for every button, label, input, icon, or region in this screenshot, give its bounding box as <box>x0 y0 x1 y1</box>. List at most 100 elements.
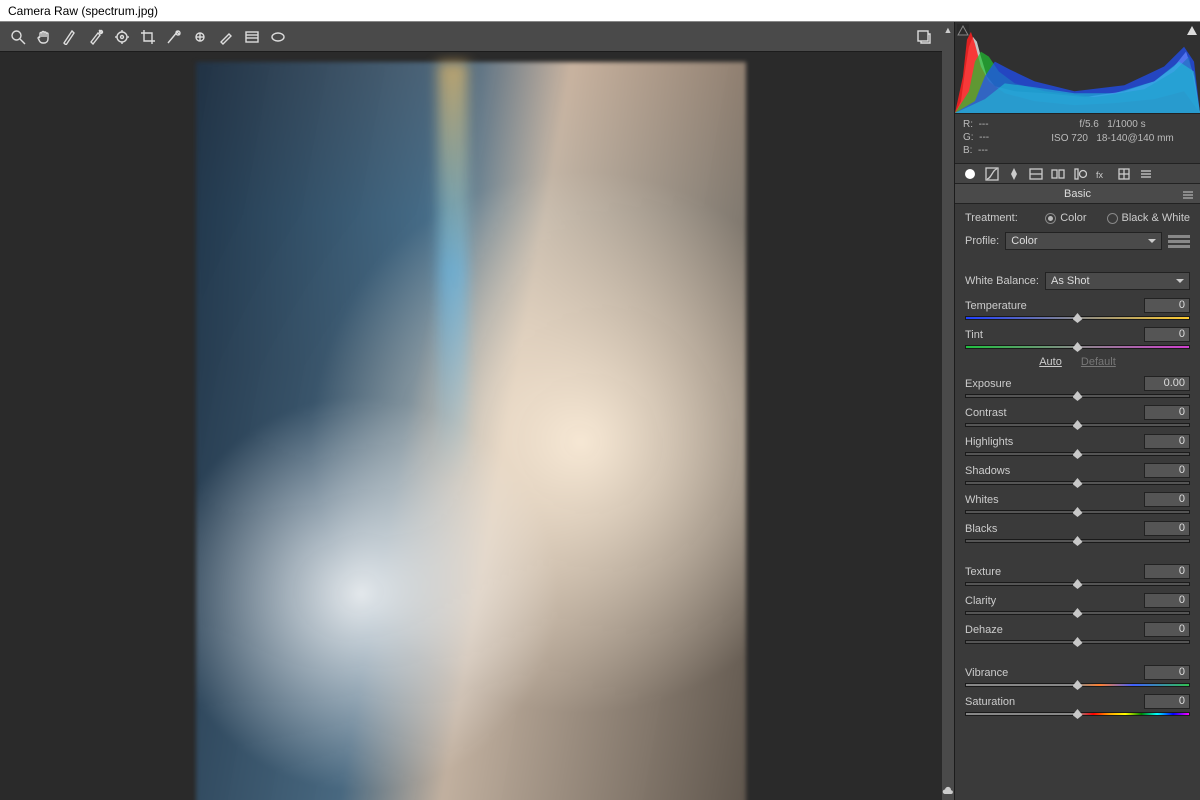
texture-label: Texture <box>965 566 1001 578</box>
scroll-up-icon[interactable]: ▲ <box>944 26 953 35</box>
color-sampler-tool-icon[interactable] <box>84 25 108 49</box>
whites-slider: Whites0 <box>965 492 1190 515</box>
section-header: Basic <box>955 184 1200 204</box>
temperature-slider: Temperature 0 <box>965 298 1190 321</box>
temperature-track[interactable] <box>965 315 1190 321</box>
highlights-value[interactable]: 0 <box>1144 434 1190 449</box>
snapshot-button-icon[interactable] <box>912 25 936 49</box>
tab-lens-icon[interactable] <box>1071 166 1089 182</box>
treatment-color-radio[interactable]: Color <box>1045 212 1086 224</box>
white-balance-label: White Balance: <box>965 275 1039 287</box>
vibrance-slider: Vibrance 0 <box>965 665 1190 688</box>
tint-slider: Tint 0 <box>965 327 1190 350</box>
crop-tool-icon[interactable] <box>136 25 160 49</box>
red-eye-tool-icon[interactable] <box>188 25 212 49</box>
spot-heal-tool-icon[interactable] <box>162 25 186 49</box>
whites-value[interactable]: 0 <box>1144 492 1190 507</box>
left-column <box>0 22 942 800</box>
tab-split-icon[interactable] <box>1049 166 1067 182</box>
shadows-track[interactable] <box>965 480 1190 486</box>
app-content: ▲ R: --- G: --- B: --- <box>0 22 1200 800</box>
exposure-label: Exposure <box>965 378 1011 390</box>
dehaze-value[interactable]: 0 <box>1144 622 1190 637</box>
clarity-label: Clarity <box>965 595 996 607</box>
profile-browser-button[interactable] <box>1168 232 1190 250</box>
default-link[interactable]: Default <box>1081 356 1116 368</box>
contrast-label: Contrast <box>965 407 1007 419</box>
temperature-value[interactable]: 0 <box>1144 298 1190 313</box>
cloud-sync-icon[interactable] <box>942 786 954 796</box>
section-title: Basic <box>1064 188 1091 200</box>
panel-menu-icon[interactable] <box>1182 188 1194 200</box>
radial-filter-tool-icon[interactable] <box>266 25 290 49</box>
dehaze-label: Dehaze <box>965 624 1003 636</box>
clarity-slider: Clarity 0 <box>965 593 1190 616</box>
vibrance-label: Vibrance <box>965 667 1008 679</box>
graduated-filter-tool-icon[interactable] <box>240 25 264 49</box>
exif-readout: f/5.6 1/1000 s ISO 720 18-140@140 mm <box>1033 118 1192 157</box>
white-balance-select[interactable]: As Shot <box>1045 272 1190 290</box>
shadows-value[interactable]: 0 <box>1144 463 1190 478</box>
blacks-track[interactable] <box>965 538 1190 544</box>
blacks-value[interactable]: 0 <box>1144 521 1190 536</box>
tint-track[interactable] <box>965 344 1190 350</box>
vibrance-value[interactable]: 0 <box>1144 665 1190 680</box>
hand-tool-icon[interactable] <box>32 25 56 49</box>
highlights-label: Highlights <box>965 436 1013 448</box>
image-preview[interactable] <box>196 62 746 800</box>
adjustment-brush-tool-icon[interactable] <box>214 25 238 49</box>
panel-tabstrip: fx <box>955 164 1200 184</box>
highlights-track[interactable] <box>965 451 1190 457</box>
tab-curve-icon[interactable] <box>983 166 1001 182</box>
whites-track[interactable] <box>965 509 1190 515</box>
profile-label: Profile: <box>965 235 999 247</box>
contrast-track[interactable] <box>965 422 1190 428</box>
vibrance-track[interactable] <box>965 682 1190 688</box>
auto-link[interactable]: Auto <box>1039 356 1062 368</box>
tint-value[interactable]: 0 <box>1144 327 1190 342</box>
saturation-track[interactable] <box>965 711 1190 717</box>
shadow-clip-icon[interactable] <box>957 24 969 36</box>
treatment-bw-radio[interactable]: Black & White <box>1107 212 1190 224</box>
texture-track[interactable] <box>965 581 1190 587</box>
tab-basic-icon[interactable] <box>961 166 979 182</box>
window-titlebar: Camera Raw (spectrum.jpg) <box>0 0 1200 22</box>
profile-select[interactable]: Color <box>1005 232 1162 250</box>
exposure-track[interactable] <box>965 393 1190 399</box>
canvas-area[interactable] <box>0 52 942 800</box>
targeted-adjust-tool-icon[interactable] <box>110 25 134 49</box>
clarity-track[interactable] <box>965 610 1190 616</box>
zoom-tool-icon[interactable] <box>6 25 30 49</box>
blacks-label: Blacks <box>965 523 997 535</box>
tint-label: Tint <box>965 329 983 341</box>
white-balance-tool-icon[interactable] <box>58 25 82 49</box>
exposure-value[interactable]: 0.00 <box>1144 376 1190 391</box>
tab-mixer-icon[interactable] <box>1027 166 1045 182</box>
texture-slider: Texture 0 <box>965 564 1190 587</box>
shadows-slider: Shadows 0 <box>965 463 1190 486</box>
tab-calibration-icon[interactable] <box>1115 166 1133 182</box>
treatment-row: Treatment: Color Black & White <box>965 212 1190 224</box>
tab-fx-icon[interactable]: fx <box>1093 166 1111 182</box>
histogram[interactable] <box>955 22 1200 114</box>
readout-row: R: --- G: --- B: --- f/5.6 1/1000 s ISO … <box>955 114 1200 164</box>
texture-value[interactable]: 0 <box>1144 564 1190 579</box>
tab-detail-icon[interactable] <box>1005 166 1023 182</box>
temperature-label: Temperature <box>965 300 1027 312</box>
blacks-slider: Blacks 0 <box>965 521 1190 544</box>
tab-presets-icon[interactable] <box>1137 166 1155 182</box>
scroll-gutter[interactable]: ▲ <box>942 22 954 800</box>
rgb-readout: R: --- G: --- B: --- <box>963 118 1033 157</box>
adjustments-panel: R: --- G: --- B: --- f/5.6 1/1000 s ISO … <box>954 22 1200 800</box>
shadows-label: Shadows <box>965 465 1010 477</box>
contrast-value[interactable]: 0 <box>1144 405 1190 420</box>
basic-panel-body: Treatment: Color Black & White Profile: … <box>955 204 1200 800</box>
profile-row: Profile: Color <box>965 232 1190 250</box>
dehaze-track[interactable] <box>965 639 1190 645</box>
highlight-clip-icon[interactable] <box>1186 24 1198 36</box>
saturation-label: Saturation <box>965 696 1015 708</box>
saturation-value[interactable]: 0 <box>1144 694 1190 709</box>
saturation-slider: Saturation 0 <box>965 694 1190 717</box>
treatment-label: Treatment: <box>965 212 1018 224</box>
clarity-value[interactable]: 0 <box>1144 593 1190 608</box>
